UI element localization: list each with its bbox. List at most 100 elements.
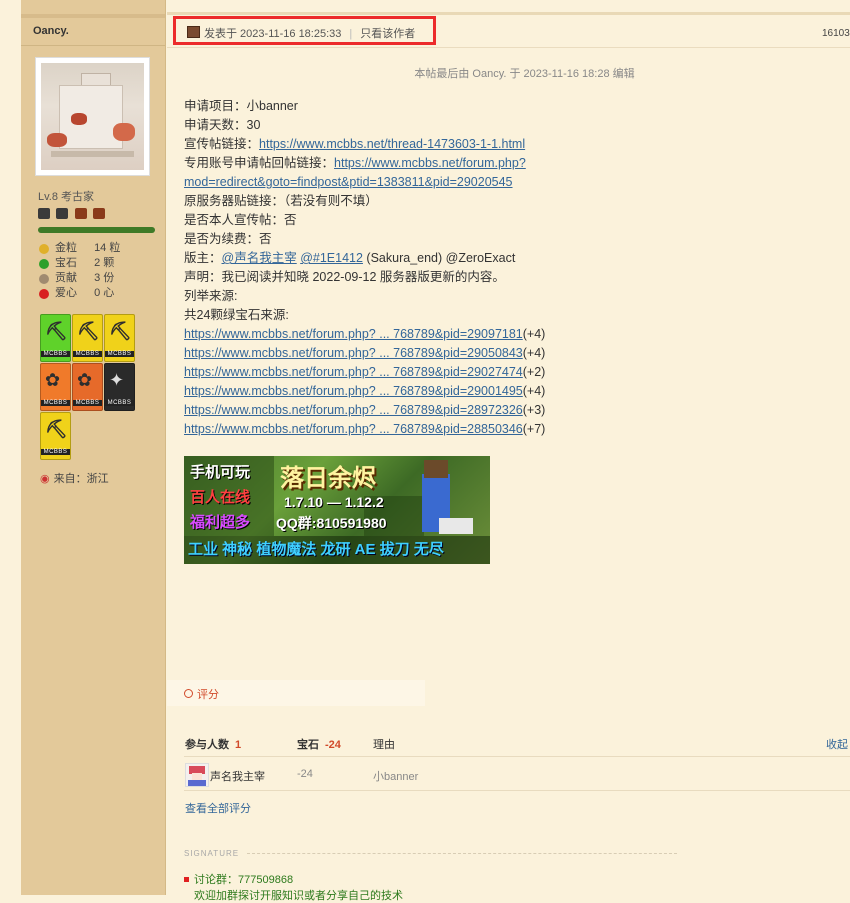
rating-label: 评分: [197, 689, 219, 701]
signature-label: SIGNATURE: [184, 849, 240, 858]
banner-text-mobile: 手机可玩: [190, 464, 251, 481]
source-link[interactable]: https://www.mcbbs.net/forum.php? ... 768…: [184, 327, 523, 341]
banner-mods: 工业 神秘 植物魔法 龙研 AE 拔刀 无尽: [188, 541, 444, 558]
rating-circle-icon: [184, 689, 193, 698]
post-number[interactable]: 16103: [822, 28, 850, 39]
author-avatar[interactable]: [35, 57, 150, 176]
source-link[interactable]: https://www.mcbbs.net/forum.php? ... 768…: [184, 403, 523, 417]
author-level[interactable]: Lv.8 考古家: [38, 188, 94, 204]
source-link[interactable]: https://www.mcbbs.net/forum.php? ... 768…: [184, 346, 523, 360]
hometown-text: 来自：浙江: [53, 473, 109, 485]
stat-label: 金粒: [55, 242, 77, 254]
reply-link[interactable]: https://www.mcbbs.net/forum.php?: [334, 156, 526, 170]
participants-label: 参与人数: [185, 739, 229, 751]
line-original-server: 原服务器贴链接：（若没有则不填）: [184, 194, 378, 208]
heart-icon: [39, 289, 49, 299]
divider: |: [349, 28, 353, 40]
source-bonus: (+4): [522, 327, 546, 341]
mod-mention-1[interactable]: @声名我主宰: [222, 251, 297, 265]
line-promo: 宣传帖链接：https://www.mcbbs.net/thread-14736…: [184, 135, 545, 154]
line-statement: 声明：我已阅读并知晓 2022-09-12 服务器版更新的内容。: [184, 270, 505, 284]
badge-icon: [56, 208, 69, 219]
reply-link-cont[interactable]: mod=redirect&goto=findpost&ptid=1383811&…: [184, 175, 513, 189]
rater-reason: 小banner: [373, 771, 419, 783]
author-username[interactable]: Oancy.: [33, 25, 69, 37]
rater-score: -24: [297, 768, 313, 780]
stat-value: 3 份: [94, 272, 115, 284]
medal-icon[interactable]: ⛏ MCBBS: [72, 314, 103, 362]
banner-wolf: [439, 518, 473, 534]
signature-line-1: 讨论群：777509868: [184, 871, 293, 887]
line-self-promo: 是否本人宣传帖：否: [184, 213, 297, 227]
author-sidebar: Oancy. Lv.8 考古家 金粒 14 粒 宝石 2 颗 贡献 3 份 爱心…: [21, 0, 166, 895]
stat-contribution: 贡献 3 份: [39, 271, 120, 286]
level-progress-bar: [38, 227, 155, 233]
source-bonus: (+2): [522, 365, 546, 379]
medal-icon[interactable]: ✿ MCBBS: [72, 363, 103, 411]
stat-gold: 金粒 14 粒: [39, 241, 120, 256]
source-row: https://www.mcbbs.net/forum.php? ... 768…: [184, 420, 545, 439]
rating-tab[interactable]: 评分: [184, 686, 219, 702]
source-link[interactable]: https://www.mcbbs.net/forum.php? ... 768…: [184, 422, 523, 436]
banner-title: 落日余烬: [280, 465, 376, 492]
participants-count: 1: [235, 739, 242, 751]
source-bonus: (+4): [522, 346, 546, 360]
source-bonus: (+4): [522, 384, 546, 398]
promo-link[interactable]: https://www.mcbbs.net/thread-1473603-1-1…: [259, 137, 525, 151]
medal-icon[interactable]: ✦ MCBBS: [104, 363, 135, 411]
avatar-image: [41, 63, 144, 170]
line-sources-count: 共24颗绿宝石来源:: [184, 308, 289, 322]
stat-label: 贡献: [55, 272, 77, 284]
only-author-link[interactable]: 只看该作者: [360, 28, 415, 40]
medal-icon[interactable]: ⛏ MCBBS: [104, 314, 135, 362]
banner-text-welfare: 福利超多: [190, 514, 251, 531]
server-banner-image[interactable]: 手机可玩 百人在线 福利超多 落日余烬 1.7.10 — 1.12.2 QQ群:…: [184, 456, 490, 564]
source-link[interactable]: https://www.mcbbs.net/forum.php? ... 768…: [184, 384, 523, 398]
source-bonus: (+3): [522, 403, 546, 417]
rating-participants: 参与人数 1: [185, 736, 241, 752]
sidebar-divider: [21, 45, 165, 46]
line-days: 申请天数：30: [184, 118, 261, 132]
medal-icon[interactable]: ✿ MCBBS: [40, 363, 71, 411]
rating-divider: [184, 790, 850, 791]
badge-icon: [93, 208, 106, 219]
source-bonus: (+7): [522, 422, 546, 436]
contribution-icon: [39, 274, 49, 284]
rater-name[interactable]: 声名我主宰: [210, 768, 265, 784]
reply-label: 专用账号申请帖回帖链接：: [184, 156, 335, 170]
stat-value: 2 颗: [94, 257, 115, 269]
post-top-rule: [167, 12, 850, 15]
line-sources-label: 列举来源:: [184, 289, 238, 303]
medal-icon[interactable]: ⛏ MCBBS: [40, 412, 71, 460]
stat-value: 14 粒: [94, 242, 121, 254]
post-timestamp: 发表于 2023-11-16 18:25:33: [204, 28, 342, 40]
mod-mention-2[interactable]: @#1E1412: [300, 251, 363, 265]
stat-value: 0 心: [94, 287, 115, 299]
gold-coin-icon: [39, 244, 49, 254]
gem-total-value: -24: [325, 739, 341, 751]
edited-note: 本帖最后由 Oancy. 于 2023-11-16 18:28 编辑: [414, 68, 635, 80]
author-stats: 金粒 14 粒 宝石 2 颗 贡献 3 份 爱心 0 心: [39, 241, 120, 301]
collapse-link[interactable]: 收起: [826, 736, 848, 752]
line-renewal: 是否为续费：否: [184, 232, 272, 246]
sidebar-top-rule: [21, 14, 165, 18]
level-badges: [38, 208, 108, 222]
medal-icon[interactable]: ⛏ MCBBS: [40, 314, 71, 362]
source-link[interactable]: https://www.mcbbs.net/forum.php? ... 768…: [184, 365, 523, 379]
stat-gem: 宝石 2 颗: [39, 256, 120, 271]
badge-icon: [74, 208, 87, 219]
view-all-ratings-link[interactable]: 查看全部评分: [185, 800, 251, 816]
stat-label: 爱心: [55, 287, 77, 299]
rating-divider: [184, 756, 850, 757]
reason-header: 理由: [373, 739, 395, 751]
stat-label: 宝石: [55, 257, 77, 269]
rater-avatar[interactable]: [185, 763, 209, 787]
post-content: 申请项目：小banner 申请天数：30 宣传帖链接：https://www.m…: [184, 97, 545, 439]
location-pin-icon: ◉: [40, 473, 50, 485]
source-row: https://www.mcbbs.net/forum.php? ... 768…: [184, 344, 545, 363]
promo-label: 宣传帖链接：: [184, 137, 260, 151]
mod-label: 版主：: [184, 251, 222, 265]
line-moderators: 版主：@声名我主宰 @#1E1412 (Sakura_end) @ZeroExa…: [184, 249, 545, 268]
stat-heart: 爱心 0 心: [39, 286, 120, 301]
post-body: 发表于 2023-11-16 18:25:33 | 只看该作者 16103 本帖最后…: [167, 0, 850, 902]
